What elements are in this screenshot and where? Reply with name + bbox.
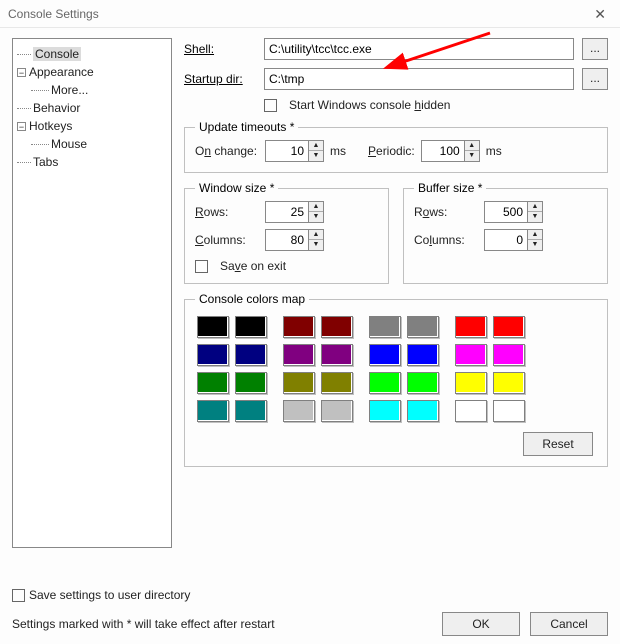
tree-item-mouse[interactable]: Mouse <box>51 137 87 151</box>
ms-label: ms <box>330 144 346 158</box>
window-title: Console Settings <box>8 0 99 28</box>
color-swatch[interactable] <box>493 372 525 394</box>
buf-cols-spinner[interactable]: ▲▼ <box>484 229 543 251</box>
win-cols-label: Columns: <box>195 233 259 247</box>
buf-rows-label: Rows: <box>414 205 478 219</box>
color-swatch[interactable] <box>283 400 315 422</box>
window-size-legend: Window size * <box>195 181 278 195</box>
buffer-size-legend: Buffer size * <box>414 181 486 195</box>
color-swatch[interactable] <box>407 316 439 338</box>
color-swatch[interactable] <box>283 316 315 338</box>
update-timeouts-legend: Update timeouts * <box>195 120 298 134</box>
color-swatch[interactable] <box>369 400 401 422</box>
spin-up-icon[interactable]: ▲ <box>309 141 323 151</box>
color-swatch[interactable] <box>283 344 315 366</box>
color-swatch[interactable] <box>197 400 229 422</box>
color-swatch[interactable] <box>235 316 267 338</box>
color-swatch[interactable] <box>369 344 401 366</box>
win-rows-spinner[interactable]: ▲▼ <box>265 201 324 223</box>
color-swatch[interactable] <box>369 372 401 394</box>
color-swatch[interactable] <box>283 372 315 394</box>
colors-group: Console colors map Reset <box>184 292 608 467</box>
expand-icon[interactable]: − <box>17 122 26 131</box>
expand-icon[interactable]: − <box>17 68 26 77</box>
spin-up-icon[interactable]: ▲ <box>528 202 542 212</box>
window-size-group: Window size * Rows: ▲▼ Columns: ▲▼ <box>184 181 389 284</box>
spin-down-icon[interactable]: ▼ <box>528 240 542 250</box>
periodic-label: Periodic: <box>368 144 415 158</box>
cancel-button[interactable]: Cancel <box>530 612 608 636</box>
spin-down-icon[interactable]: ▼ <box>309 240 323 250</box>
save-user-label: Save settings to user directory <box>29 588 190 602</box>
color-swatch[interactable] <box>455 344 487 366</box>
color-swatch[interactable] <box>235 372 267 394</box>
color-swatch[interactable] <box>197 372 229 394</box>
buf-cols-label: Columns: <box>414 233 478 247</box>
tree-item-appearance[interactable]: Appearance <box>29 65 94 79</box>
color-swatch[interactable] <box>235 400 267 422</box>
color-swatch[interactable] <box>455 400 487 422</box>
startupdir-label: Startup dir: <box>184 72 256 86</box>
win-cols-spinner[interactable]: ▲▼ <box>265 229 324 251</box>
title-bar: Console Settings ✕ <box>0 0 620 28</box>
color-swatch[interactable] <box>407 344 439 366</box>
save-on-exit-checkbox[interactable] <box>195 260 208 273</box>
tree-item-behavior[interactable]: Behavior <box>33 101 80 115</box>
color-swatch[interactable] <box>197 344 229 366</box>
startupdir-browse-button[interactable]: ... <box>582 68 608 90</box>
color-swatch[interactable] <box>369 316 401 338</box>
save-user-checkbox[interactable] <box>12 589 25 602</box>
spin-up-icon[interactable]: ▲ <box>309 230 323 240</box>
color-swatch[interactable] <box>455 316 487 338</box>
color-swatch[interactable] <box>321 372 353 394</box>
spin-down-icon[interactable]: ▼ <box>465 151 479 161</box>
ms-label: ms <box>486 144 502 158</box>
update-timeouts-group: Update timeouts * On change: ▲▼ ms Perio… <box>184 120 608 173</box>
reset-button[interactable]: Reset <box>523 432 593 456</box>
spin-up-icon[interactable]: ▲ <box>465 141 479 151</box>
color-swatch[interactable] <box>235 344 267 366</box>
tree-item-more[interactable]: More... <box>51 83 88 97</box>
color-swatch[interactable] <box>407 372 439 394</box>
color-swatch[interactable] <box>321 400 353 422</box>
restart-note: Settings marked with * will take effect … <box>12 617 275 631</box>
startupdir-input[interactable] <box>264 68 574 90</box>
shell-input[interactable] <box>264 38 574 60</box>
close-icon[interactable]: ✕ <box>588 0 612 28</box>
color-swatch[interactable] <box>493 344 525 366</box>
start-hidden-label: Start Windows console hidden <box>289 98 450 112</box>
tree-item-hotkeys[interactable]: Hotkeys <box>29 119 72 133</box>
tree-item-console[interactable]: Console <box>33 47 81 61</box>
ok-button[interactable]: OK <box>442 612 520 636</box>
color-swatch[interactable] <box>493 400 525 422</box>
onchange-spinner[interactable]: ▲▼ <box>265 140 324 162</box>
color-swatch[interactable] <box>407 400 439 422</box>
color-swatch[interactable] <box>321 316 353 338</box>
onchange-label: On change: <box>195 144 259 158</box>
buf-rows-spinner[interactable]: ▲▼ <box>484 201 543 223</box>
spin-down-icon[interactable]: ▼ <box>528 212 542 222</box>
spin-up-icon[interactable]: ▲ <box>528 230 542 240</box>
color-swatch[interactable] <box>321 344 353 366</box>
periodic-spinner[interactable]: ▲▼ <box>421 140 480 162</box>
color-swatch[interactable] <box>455 372 487 394</box>
tree-item-tabs[interactable]: Tabs <box>33 155 58 169</box>
buffer-size-group: Buffer size * Rows: ▲▼ Columns: ▲▼ <box>403 181 608 284</box>
start-hidden-checkbox[interactable] <box>264 99 277 112</box>
color-swatch[interactable] <box>197 316 229 338</box>
save-on-exit-label: Save on exit <box>220 259 286 273</box>
category-tree[interactable]: Console −Appearance More... Behavior −Ho… <box>12 38 172 548</box>
shell-label: Shell: <box>184 42 256 56</box>
colors-legend: Console colors map <box>195 292 309 306</box>
win-rows-label: Rows: <box>195 205 259 219</box>
spin-down-icon[interactable]: ▼ <box>309 212 323 222</box>
spin-down-icon[interactable]: ▼ <box>309 151 323 161</box>
color-palette <box>195 312 597 428</box>
shell-browse-button[interactable]: ... <box>582 38 608 60</box>
spin-up-icon[interactable]: ▲ <box>309 202 323 212</box>
color-swatch[interactable] <box>493 316 525 338</box>
